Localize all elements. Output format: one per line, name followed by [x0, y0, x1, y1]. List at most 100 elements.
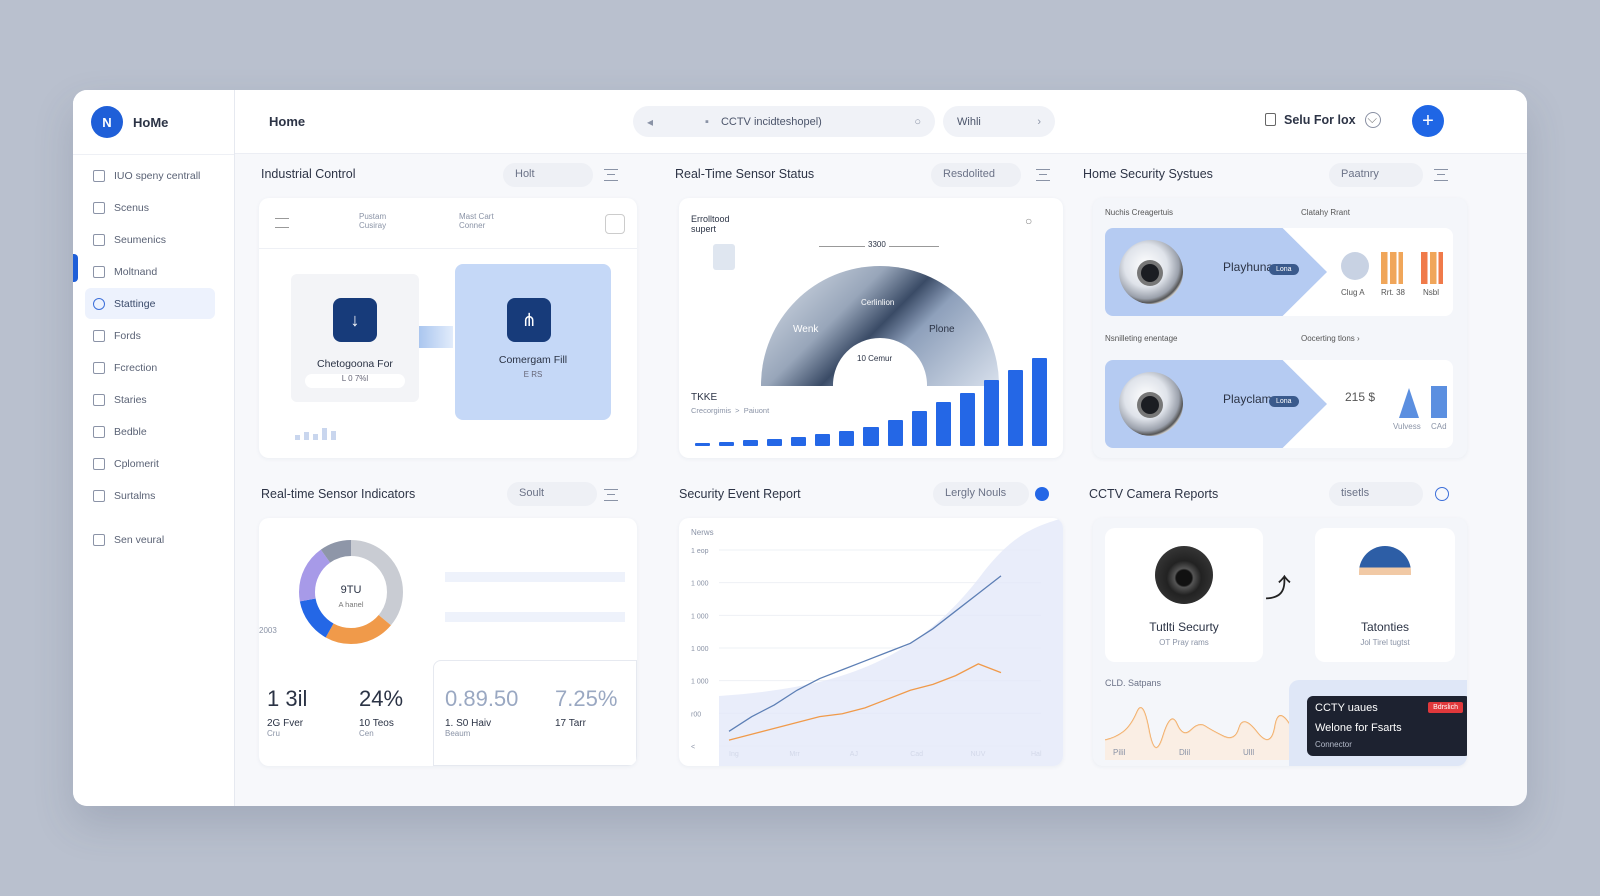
tab-line: Cusiray: [359, 221, 387, 230]
y-tick-label: 1 000: [691, 581, 709, 588]
sidebar-item-label: Scenus: [114, 201, 150, 214]
sidebar-item-label: Fords: [114, 329, 141, 342]
filter-icon[interactable]: [604, 169, 618, 181]
tile-value: E RS: [523, 370, 543, 379]
sensor-status-title: Real-Time Sensor Status: [675, 167, 815, 181]
person-avatar: [713, 244, 735, 270]
cctv-popup[interactable]: CCTY uaues Bdrslich Welone for Fsarts Co…: [1307, 696, 1467, 756]
line-chart: 1 eop1 0001 0001 0001 000r00<IngMrrAJCad…: [691, 518, 1063, 766]
camera-badge: Lona: [1269, 396, 1299, 407]
tile-label: Comergam Fill: [498, 354, 568, 366]
doc-icon: [93, 489, 105, 502]
sidebar-item-stattinge[interactable]: Stattinge: [85, 288, 215, 319]
sidebar-item-seumenics[interactable]: Seumenics: [85, 224, 215, 255]
status-bar: [983, 380, 999, 446]
security-report-filter-pill[interactable]: Lergly Nouls: [933, 482, 1029, 506]
chart-x-tick: Pilil: [1113, 748, 1126, 757]
tab-line: Mast Cart: [459, 212, 494, 221]
monitor-icon: [93, 265, 105, 278]
workspace-label: Wihli: [957, 115, 981, 128]
industrial-tab-2[interactable]: Mast Cart Conner: [459, 212, 494, 230]
sub-line: supert: [691, 224, 717, 234]
filter-icon[interactable]: [1036, 169, 1050, 181]
control-tile-1[interactable]: ↓ Chetogoona For L 0 7%l: [291, 274, 419, 402]
y-tick-label: 1 000: [691, 613, 709, 620]
file-icon: [93, 329, 105, 342]
options-icon[interactable]: [605, 214, 625, 234]
book-icon: [93, 533, 105, 546]
sensor-indicators-filter-pill[interactable]: Soult: [507, 482, 597, 506]
search-bar[interactable]: ◂ ▪ CCTV incidteshopel) ○: [633, 106, 935, 137]
chevron-right-icon: ›: [1037, 115, 1041, 128]
sidebar-item-cplomerit[interactable]: Cplomerit: [85, 448, 215, 479]
thumb-label: Rrt. 38: [1381, 288, 1406, 297]
info-icon[interactable]: [1035, 487, 1049, 501]
search-input[interactable]: CCTV incidteshopel): [721, 116, 822, 128]
home-security-filter-pill[interactable]: Paatnry: [1329, 163, 1423, 187]
card-divider: [259, 248, 637, 249]
stat-label: 17 Tarr: [555, 718, 586, 729]
transfer-arrow-icon: ⤴: [1265, 573, 1292, 603]
security-camera-icon: [1119, 372, 1183, 436]
sidebar-item-scenus[interactable]: Scenus: [85, 192, 215, 223]
cctv-title: CCTV Camera Reports: [1089, 487, 1219, 501]
sub-line: Errolltood: [691, 214, 730, 224]
cctv-person-card[interactable]: Tatonties Jol Tirel tugtst: [1315, 528, 1455, 662]
industrial-tab-1[interactable]: Pustam Cusiray: [359, 212, 386, 230]
stat-sub: Cen: [359, 729, 374, 738]
donut-sub: A hanel: [338, 600, 364, 609]
folder-icon: [93, 233, 105, 246]
gauge-right-label: Plone: [929, 324, 955, 335]
logo-icon: N: [91, 106, 123, 138]
user-menu[interactable]: Selu For lox ⌵: [1265, 112, 1377, 127]
bell-icon[interactable]: ◂: [647, 115, 653, 129]
camera-row-1[interactable]: Playhuna Lona Clug A Rrt. 38 Nsbl: [1105, 228, 1453, 316]
sidebar-item-sen-veural[interactable]: Sen veural: [85, 524, 215, 555]
sidebar-item-surtalms[interactable]: Surtalms: [85, 480, 215, 511]
industrial-header: Industrial Control: [261, 167, 356, 181]
workspace-select[interactable]: Wihli ›: [943, 106, 1055, 137]
sidebar-item-fords[interactable]: Fords: [85, 320, 215, 351]
filter-icon[interactable]: [1434, 169, 1448, 181]
mail-icon: [93, 457, 105, 470]
sidebar-item-bedble[interactable]: Bedble: [85, 416, 215, 447]
notification-icon[interactable]: [1365, 112, 1381, 128]
sidebar-item-staries[interactable]: Staries: [85, 384, 215, 415]
gauge-left-label: Wenk: [793, 324, 819, 335]
sidebar-item-moltnand[interactable]: Moltnand: [85, 256, 215, 287]
tile-value: L 0 7%l: [305, 374, 405, 388]
menu-icon[interactable]: [275, 218, 289, 228]
mid-right-link[interactable]: Oocerting tlons ›: [1301, 334, 1360, 343]
donut-axis-label: 2003: [259, 626, 277, 635]
sidebar-item-fcrection[interactable]: Fcrection: [85, 352, 215, 383]
mid-left-label: Nsnilleting enentage: [1105, 334, 1178, 343]
home-security-title: Home Security Systues: [1083, 167, 1213, 181]
sensor-indicators-header: Real-time Sensor Indicators: [261, 487, 415, 501]
stat-value: 24%: [359, 686, 404, 711]
search-icon[interactable]: ○: [914, 116, 921, 128]
card-sub: Jol Tirel tugtst: [1360, 638, 1410, 647]
brand[interactable]: N HoMe: [91, 106, 168, 138]
thumb-label: Vulvess: [1393, 422, 1421, 431]
app-window: N HoMe IUO speny centrall Scenus Seumeni…: [73, 90, 1527, 806]
sidebar-item-iuo[interactable]: IUO speny centrall: [85, 160, 215, 191]
circle-icon: [93, 425, 105, 438]
settings-icon[interactable]: [1435, 487, 1449, 501]
status-bar-chart: [695, 358, 1047, 446]
wave-area: [1105, 707, 1315, 760]
search-icon[interactable]: ○: [1025, 214, 1032, 228]
add-button[interactable]: +: [1412, 105, 1444, 137]
industrial-filter-pill[interactable]: Holt: [503, 163, 593, 187]
cctv-camera-card[interactable]: Tutlti Securty OT Pray rams: [1105, 528, 1263, 662]
camera-icon: ▪: [705, 115, 709, 128]
card-title: Tatonties: [1360, 620, 1410, 634]
cctv-filter-pill[interactable]: tisetls: [1329, 482, 1423, 506]
popup-title: CCTY uaues: [1315, 702, 1378, 714]
status-bar: [935, 402, 951, 446]
sensor-status-card: Errolltood supert ○ 3300 Wenk Plone Cerl…: [679, 198, 1063, 458]
filter-icon[interactable]: [604, 489, 618, 501]
camera-row-2[interactable]: Playclam Lona 215 $ Vulvess CAd: [1105, 360, 1453, 448]
popup-badge: Bdrslich: [1428, 702, 1463, 713]
control-tile-2[interactable]: ⋔ Comergam Fill E RS: [455, 264, 611, 420]
sensor-status-filter-pill[interactable]: Resdolited: [931, 163, 1021, 187]
